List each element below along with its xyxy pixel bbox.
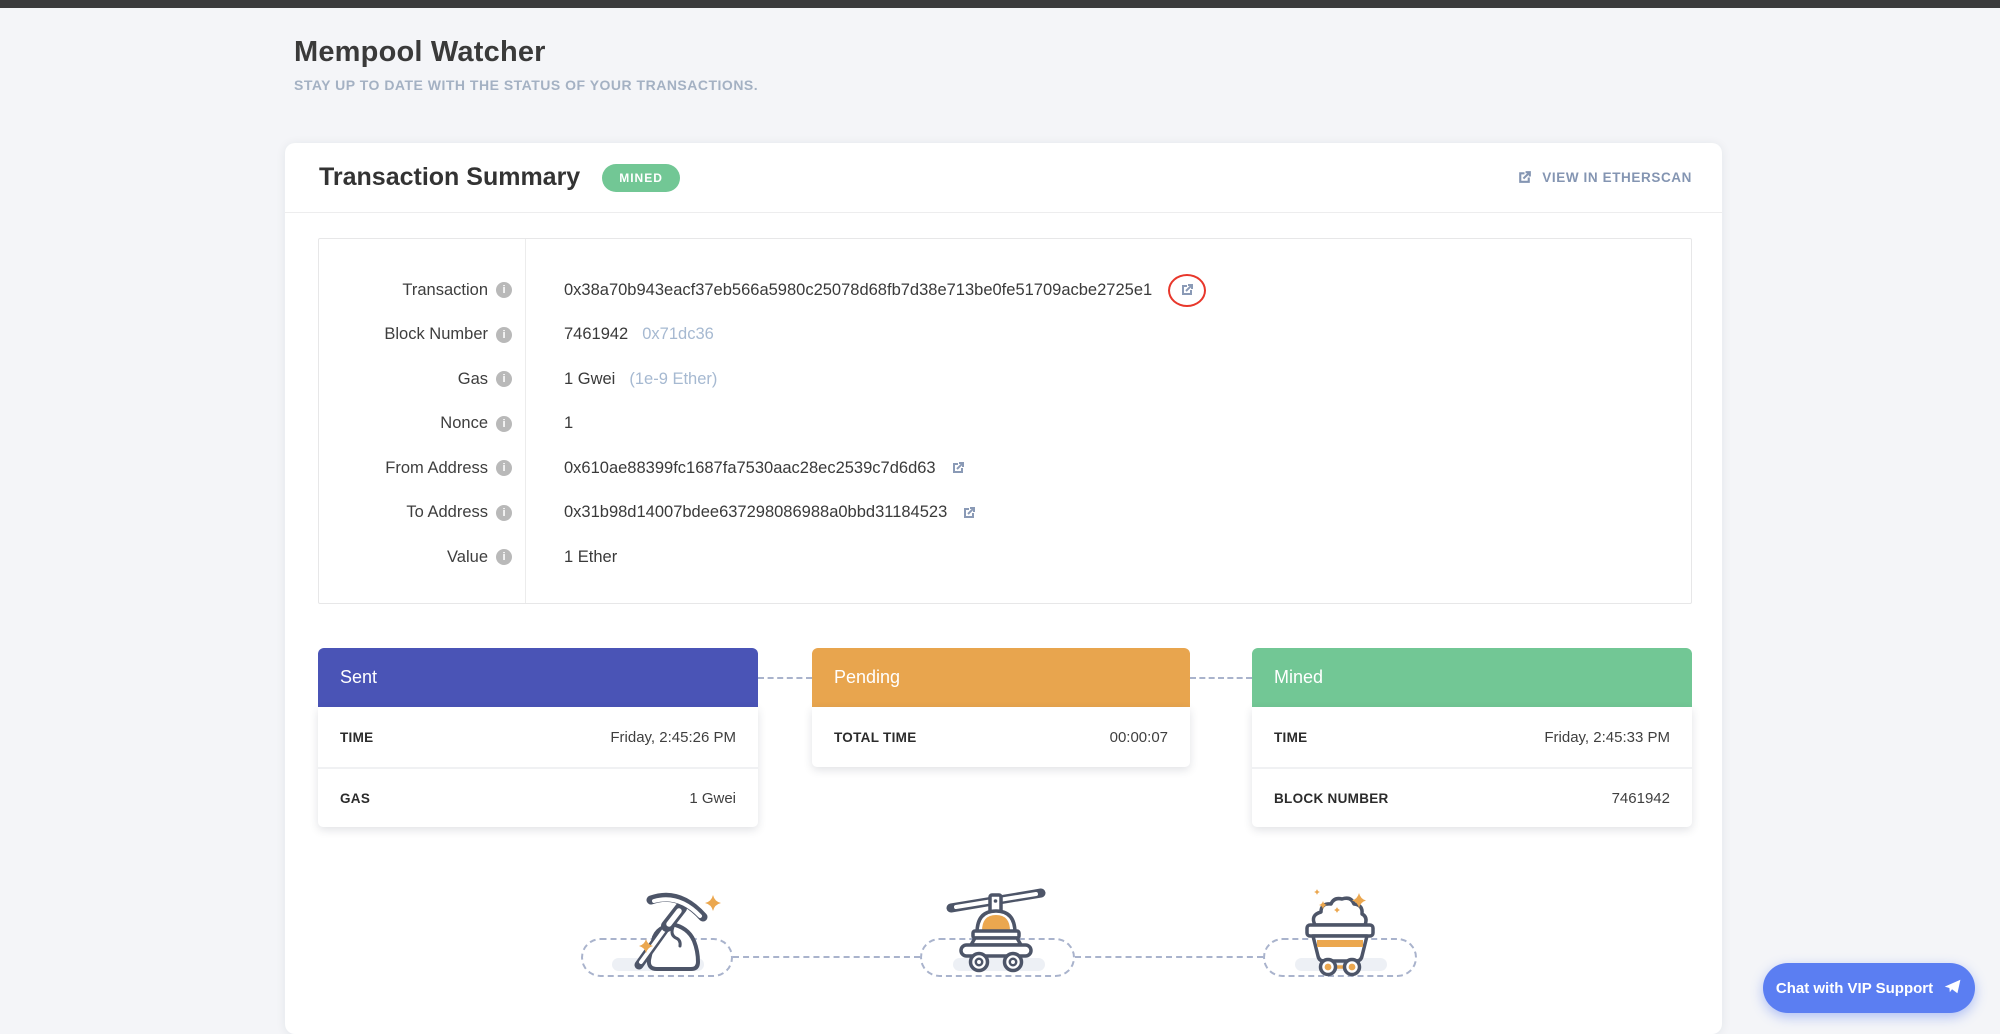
- block-number-hex: 0x71dc36: [642, 325, 714, 344]
- info-icon[interactable]: [496, 505, 512, 521]
- timeline-connector: [1190, 677, 1252, 679]
- info-icon[interactable]: [496, 282, 512, 298]
- ether-value: 1 Ether: [564, 548, 617, 567]
- block-number-label: Block Number: [384, 325, 488, 344]
- sent-time-row: TIME Friday, 2:45:26 PM: [318, 707, 758, 767]
- mined-header: Mined: [1252, 648, 1692, 707]
- value-label: Value: [447, 548, 488, 567]
- gas-value: 1 Gwei: [689, 790, 736, 807]
- transaction-details-panel: Transaction 0x38a70b943eacf37eb566a5980c…: [318, 238, 1692, 604]
- card-title: Transaction Summary: [319, 163, 580, 192]
- from-address-value: 0x610ae88399fc1687fa7530aac28ec2539c7d6d…: [564, 459, 936, 478]
- illustration-connector: [1075, 956, 1263, 958]
- label-column-divider: [525, 239, 526, 603]
- info-icon[interactable]: [496, 416, 512, 432]
- top-bar: [0, 0, 2000, 8]
- to-address-label: To Address: [406, 503, 488, 522]
- info-icon[interactable]: [496, 549, 512, 565]
- mined-time-row: TIME Friday, 2:45:33 PM: [1252, 707, 1692, 767]
- timeline-card-mined: Mined TIME Friday, 2:45:33 PM BLOCK NUMB…: [1252, 648, 1692, 827]
- transaction-hash-value: 0x38a70b943eacf37eb566a5980c25078d68fb7d…: [564, 281, 1152, 300]
- timeline-card-pending: Pending TOTAL TIME 00:00:07: [812, 648, 1190, 767]
- info-icon[interactable]: [496, 327, 512, 343]
- nonce-value: 1: [564, 414, 573, 433]
- transaction-label: Transaction: [402, 281, 488, 300]
- timeline-connector: [758, 677, 812, 679]
- block-number-value: 7461942: [564, 325, 628, 344]
- status-badge: MINED: [602, 164, 680, 192]
- transaction-summary-card: Transaction Summary MINED VIEW IN ETHERS…: [285, 143, 1722, 1034]
- mempool-watcher-screen: Mempool Watcher STAY UP TO DATE WITH THE…: [0, 0, 2000, 1034]
- pending-total-time-row: TOTAL TIME 00:00:07: [812, 707, 1190, 767]
- page-header: Mempool Watcher STAY UP TO DATE WITH THE…: [294, 36, 758, 93]
- gas-ether-equivalent: (1e-9 Ether): [629, 370, 717, 389]
- gas-value: 1 Gwei: [564, 370, 615, 389]
- total-time-value: 00:00:07: [1110, 729, 1168, 746]
- red-annotation-circle: [1168, 274, 1206, 307]
- time-value: Friday, 2:45:33 PM: [1544, 729, 1670, 746]
- pending-header: Pending: [812, 648, 1190, 707]
- view-in-etherscan-link[interactable]: VIEW IN ETHERSCAN: [1516, 169, 1692, 186]
- time-value: Friday, 2:45:26 PM: [610, 729, 736, 746]
- handcar-icon: [937, 881, 1057, 978]
- illustration-connector: [733, 956, 920, 958]
- etherscan-link-label: VIEW IN ETHERSCAN: [1542, 170, 1692, 185]
- info-icon[interactable]: [496, 371, 512, 387]
- info-icon[interactable]: [496, 460, 512, 476]
- time-label: TIME: [340, 730, 373, 745]
- page-title: Mempool Watcher: [294, 36, 758, 69]
- chat-button-label: Chat with VIP Support: [1776, 980, 1933, 997]
- page-subtitle: STAY UP TO DATE WITH THE STATUS OF YOUR …: [294, 77, 758, 93]
- gas-label: GAS: [340, 791, 370, 806]
- mined-block-number-row: BLOCK NUMBER 7461942: [1252, 767, 1692, 827]
- block-number-value: 7461942: [1612, 790, 1670, 807]
- sent-header: Sent: [318, 648, 758, 707]
- chat-vip-support-button[interactable]: Chat with VIP Support: [1763, 963, 1975, 1013]
- timeline-card-sent: Sent TIME Friday, 2:45:26 PM GAS 1 Gwei: [318, 648, 758, 827]
- minecart-icon: [1293, 885, 1389, 982]
- card-header: Transaction Summary MINED VIEW IN ETHERS…: [285, 143, 1722, 213]
- external-link-icon[interactable]: [950, 460, 966, 476]
- gas-label: Gas: [458, 370, 488, 389]
- external-link-icon: [1516, 169, 1533, 186]
- nonce-label: Nonce: [440, 414, 488, 433]
- time-label: TIME: [1274, 730, 1307, 745]
- total-time-label: TOTAL TIME: [834, 730, 917, 745]
- from-address-label: From Address: [385, 459, 488, 478]
- external-link-icon[interactable]: [961, 505, 977, 521]
- to-address-value: 0x31b98d14007bdee637298086988a0bbd311845…: [564, 503, 947, 522]
- paper-plane-icon: [1943, 977, 1962, 1000]
- pickaxe-icon: [615, 887, 747, 980]
- block-number-label: BLOCK NUMBER: [1274, 791, 1389, 806]
- external-link-icon[interactable]: [1179, 282, 1195, 298]
- sent-gas-row: GAS 1 Gwei: [318, 767, 758, 827]
